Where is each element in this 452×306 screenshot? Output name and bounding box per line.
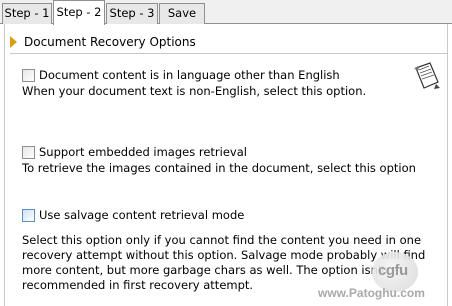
images-option-label[interactable]: Support embedded images retrieval (39, 145, 247, 159)
images-option-description: To retrieve the images contained in the … (22, 161, 416, 175)
language-checkbox[interactable] (22, 69, 35, 82)
section-header: Document Recovery Options (10, 34, 196, 50)
salvage-description-line: Select this option only if you cannot fi… (22, 233, 422, 247)
images-checkbox[interactable] (22, 146, 35, 159)
language-option-label[interactable]: Document content is in language other th… (39, 68, 340, 82)
salvage-option-label[interactable]: Use salvage content retrieval mode (39, 208, 244, 222)
tab-step-2[interactable]: Step - 2 (53, 0, 105, 25)
watermark: cgfu www.Patoghu.com (310, 252, 450, 302)
tab-step-1[interactable]: Step - 1 (2, 3, 52, 24)
salvage-checkbox[interactable] (22, 209, 35, 222)
section-divider (10, 53, 448, 54)
section-title: Document Recovery Options (24, 35, 196, 49)
watermark-url: www.Patoghu.com (318, 286, 425, 300)
tab-bar: Step - 1 Step - 2 Step - 3 Save (0, 0, 452, 25)
tab-step-3[interactable]: Step - 3 (106, 3, 158, 24)
tab-save[interactable]: Save (159, 3, 205, 24)
triangle-right-icon (10, 36, 17, 48)
watermark-logo: cgfu (378, 262, 408, 279)
document-scroll-icon (414, 62, 440, 89)
language-option-description: When your document text is non-English, … (22, 84, 367, 98)
